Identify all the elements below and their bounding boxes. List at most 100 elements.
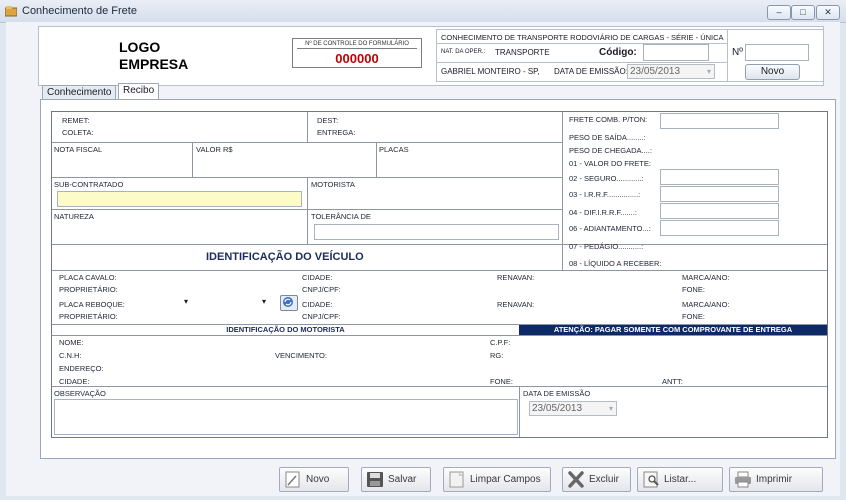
new-document-icon <box>285 471 300 488</box>
salvar-button-label: Salvar <box>388 474 417 485</box>
control-divider <box>297 48 417 49</box>
refresh-icon <box>283 297 293 307</box>
reboque-dropdown-icon[interactable]: ▾ <box>262 297 266 306</box>
remet-label: REMET: <box>62 116 90 125</box>
app-icon <box>5 6 17 17</box>
delete-icon <box>568 471 584 488</box>
calendar-dropdown-icon[interactable]: ▾ <box>609 402 613 416</box>
tolerancia-input[interactable] <box>314 224 559 240</box>
recibo-panel: REMET: COLETA: DEST: ENTREGA: NOTA FISCA… <box>40 99 836 459</box>
numero-input[interactable] <box>745 44 809 61</box>
peso-saida-label: PESO DE SAÍDA........: <box>569 133 646 142</box>
control-number-box: Nº DE CONTROLE DO FORMULÁRIO 000000 <box>292 38 422 68</box>
novo-header-button[interactable]: Novo <box>745 64 800 80</box>
limpar-campos-button[interactable]: Limpar Campos <box>443 467 551 492</box>
minimize-button[interactable]: – <box>767 5 791 20</box>
data-emissao-input[interactable]: 23/05/2013 ▾ <box>529 401 617 416</box>
placa-cavalo-label: PLACA CAVALO: <box>59 273 117 282</box>
observacao-label: OBSERVAÇÃO <box>54 389 106 398</box>
fone-cavalo-label: FONE: <box>682 285 705 294</box>
clear-document-icon <box>449 471 464 488</box>
excluir-button[interactable]: Excluir <box>562 467 631 492</box>
calendar-dropdown-icon[interactable]: ▾ <box>707 65 711 79</box>
nat-oper-label: NAT. DA OPER.: <box>441 49 486 55</box>
proprietario-cavalo-label: PROPRIETÁRIO: <box>59 285 118 294</box>
data-emissao-header-input[interactable]: 23/05/2013 ▾ <box>627 64 715 79</box>
seguro-label: 02 - SEGURO............: <box>569 174 644 183</box>
recibo-form: REMET: COLETA: DEST: ENTREGA: NOTA FISCA… <box>51 111 828 438</box>
cnpj-reboque-label: CNPJ/CPF: <box>302 312 341 321</box>
grid-line <box>192 142 193 177</box>
nat-oper-value: TRANSPORTE <box>495 48 550 57</box>
irrf-input[interactable] <box>660 186 779 202</box>
coleta-label: COLETA: <box>62 128 94 137</box>
adiantamento-input[interactable] <box>660 220 779 236</box>
natureza-label: NATUREZA <box>54 212 94 221</box>
cte-divider-v <box>727 30 728 81</box>
cidade-reboque-label: CIDADE: <box>302 300 333 309</box>
grid-line <box>52 142 562 143</box>
placa-reboque-label: PLACA REBOQUE: <box>59 300 125 309</box>
tab-conhecimento[interactable]: Conhecimento <box>42 85 117 100</box>
limpar-campos-button-label: Limpar Campos <box>470 474 541 485</box>
cte-divider-2 <box>437 62 727 63</box>
nome-label: NOME: <box>59 338 84 347</box>
excluir-button-label: Excluir <box>589 474 620 485</box>
dif-irrf-label: 04 - DIF.I.R.R.F.......: <box>569 208 637 217</box>
dif-irrf-input[interactable] <box>660 203 779 219</box>
codigo-label: Código: <box>599 47 637 58</box>
codigo-input[interactable] <box>643 44 709 61</box>
cidade-cavalo-label: CIDADE: <box>302 273 333 282</box>
irrf-label: 03 - I.R.R.F...............: <box>569 190 641 199</box>
fone-motorista-label: FONE: <box>490 377 513 386</box>
list-icon <box>643 471 659 488</box>
maximize-button[interactable]: □ <box>791 5 815 20</box>
sub-contratado-input[interactable] <box>57 191 302 207</box>
grid-line <box>52 270 827 271</box>
grid-line <box>52 335 827 336</box>
seguro-input[interactable] <box>660 169 779 185</box>
listar-button[interactable]: Listar... <box>637 467 723 492</box>
frete-comb-label: FRETE COMB. P/TON: <box>569 115 648 124</box>
marca-ano-cavalo-label: MARCA/ANO: <box>682 273 730 282</box>
placas-label: PLACAS <box>379 145 409 154</box>
frete-comb-input[interactable] <box>660 113 779 129</box>
rg-label: RG: <box>490 351 504 360</box>
proprietario-reboque-label: PROPRIETÁRIO: <box>59 312 118 321</box>
title-bar: Conhecimento de Frete – □ ✕ <box>0 0 846 23</box>
liquido-label: 08 - LÍQUIDO A RECEBER: <box>569 259 662 268</box>
vencimento-label: VENCIMENTO: <box>275 351 327 360</box>
observacao-input[interactable] <box>54 399 518 435</box>
endereco-label: ENDEREÇO: <box>59 364 104 373</box>
numero-label: Nº <box>732 47 743 58</box>
novo-button-label: Novo <box>306 474 330 485</box>
pedagio-label: 07 - PEDÁGIO...........: <box>569 242 644 251</box>
adiantamento-label: 06 - ADIANTAMENTO...: <box>569 224 651 233</box>
cpf-label: C.P.F: <box>490 338 511 347</box>
logo-line-1: LOGO <box>119 39 161 55</box>
cidade-motorista-label: CIDADE: <box>59 377 90 386</box>
fone-reboque-label: FONE: <box>682 312 705 321</box>
ident-veiculo-title: IDENTIFICAÇÃO DO VEÍCULO <box>206 251 364 263</box>
grid-line <box>307 112 308 142</box>
refresh-button[interactable] <box>280 295 298 311</box>
control-number-label: Nº DE CONTROLE DO FORMULÁRIO <box>305 41 409 47</box>
motorista-label: MOTORISTA <box>311 180 355 189</box>
imprimir-button[interactable]: Imprimir <box>729 467 823 492</box>
valor-label: VALOR R$ <box>196 145 233 154</box>
salvar-button[interactable]: Salvar <box>361 467 431 492</box>
novo-button[interactable]: Novo <box>279 467 349 492</box>
atencao-banner: ATENÇÃO: PAGAR SOMENTE COM COMPROVANTE D… <box>519 325 827 335</box>
save-icon <box>367 472 383 487</box>
tab-recibo[interactable]: Recibo <box>118 83 160 100</box>
imprimir-button-label: Imprimir <box>756 474 793 485</box>
placa-reboque-dropdown-icon[interactable]: ▾ <box>184 297 188 306</box>
control-number: 000000 <box>335 51 379 66</box>
printer-icon <box>735 471 751 488</box>
data-emissao-header-value: 23/05/2013 <box>630 66 681 77</box>
close-button[interactable]: ✕ <box>816 5 840 20</box>
cnpj-cavalo-label: CNPJ/CPF: <box>302 285 341 294</box>
cte-info-box: CONHECIMENTO DE TRANSPORTE RODOVIÁRIO DE… <box>436 29 824 82</box>
antt-label: ANTT: <box>662 377 683 386</box>
grid-line <box>52 244 827 245</box>
